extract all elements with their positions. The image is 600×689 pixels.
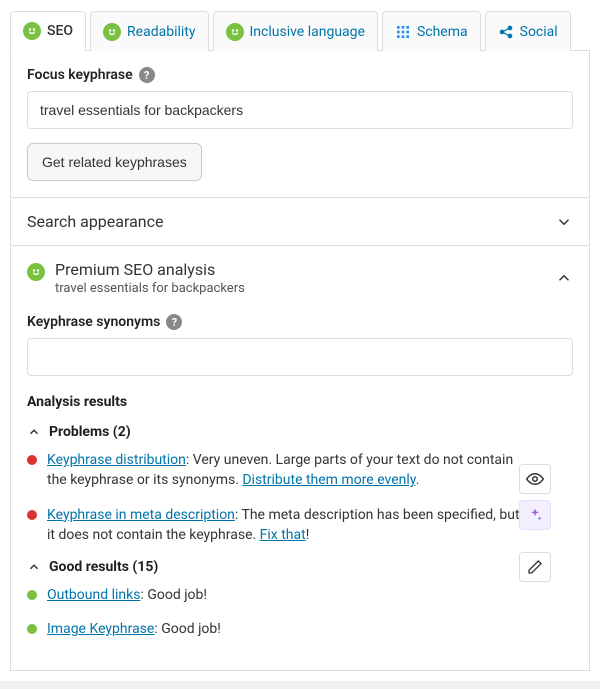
chevron-up-icon: [27, 560, 41, 574]
analysis-item-text: Outbound links: Good job!: [47, 585, 207, 605]
analysis-item: Keyphrase distribution: Very uneven. Lar…: [27, 450, 573, 491]
eye-button[interactable]: [519, 464, 551, 494]
analysis-item-text: Image Keyphrase: Good job!: [47, 619, 221, 639]
section-title: Premium SEO analysis: [55, 260, 245, 279]
tab-inclusive[interactable]: Inclusive language: [213, 11, 378, 51]
focus-keyphrase-input[interactable]: [27, 91, 573, 129]
group-label: Good results (15): [49, 559, 158, 575]
analysis-item-text: Keyphrase in meta description: The meta …: [47, 505, 525, 546]
help-icon[interactable]: ?: [166, 314, 182, 330]
chevron-down-icon: [555, 213, 573, 231]
analysis-item: Keyphrase in meta description: The meta …: [27, 505, 573, 546]
analysis-item-link[interactable]: Keyphrase in meta description: [47, 507, 235, 523]
share-icon: [498, 24, 514, 40]
tab-social[interactable]: Social: [485, 11, 571, 51]
group-label: Problems (2): [49, 424, 131, 440]
smiley-icon: [103, 23, 121, 41]
status-dot-green: [27, 624, 37, 634]
smiley-icon: [27, 263, 45, 281]
tab-seo-label: SEO: [47, 23, 73, 39]
tab-seo[interactable]: SEO: [10, 11, 86, 51]
tab-social-label: Social: [520, 24, 558, 40]
section-premium-analysis[interactable]: Premium SEO analysis travel essentials f…: [27, 260, 573, 296]
tab-readability-label: Readability: [127, 24, 195, 40]
grid-icon: [395, 24, 411, 40]
status-dot-red: [27, 510, 37, 520]
keyphrase-synonyms-label: Keyphrase synonyms: [27, 314, 160, 330]
chevron-up-icon: [555, 269, 573, 287]
edit-button[interactable]: [519, 552, 551, 582]
chevron-up-icon: [27, 425, 41, 439]
group-good-results[interactable]: Good results (15): [27, 559, 573, 575]
get-related-keyphrases-button[interactable]: Get related keyphrases: [27, 143, 202, 181]
analysis-item-link[interactable]: Image Keyphrase: [47, 621, 154, 637]
status-dot-green: [27, 590, 37, 600]
smiley-icon: [226, 23, 244, 41]
analysis-results-heading: Analysis results: [27, 394, 573, 410]
analysis-item: Image Keyphrase: Good job!: [27, 619, 573, 639]
section-title: Search appearance: [27, 212, 163, 231]
analysis-item-link[interactable]: Keyphrase distribution: [47, 452, 186, 468]
tab-schema[interactable]: Schema: [382, 11, 481, 51]
group-problems[interactable]: Problems (2): [27, 424, 573, 440]
analysis-item-action-link[interactable]: Fix that: [260, 527, 306, 543]
focus-keyphrase-label: Focus keyphrase: [27, 67, 133, 83]
analysis-item-action-link[interactable]: Distribute them more evenly: [242, 472, 415, 488]
section-subtitle: travel essentials for backpackers: [55, 281, 245, 296]
section-search-appearance[interactable]: Search appearance: [27, 212, 573, 231]
help-icon[interactable]: ?: [139, 67, 155, 83]
tab-readability[interactable]: Readability: [90, 11, 208, 51]
tab-inclusive-label: Inclusive language: [250, 24, 365, 40]
sparkle-button[interactable]: [519, 500, 551, 530]
status-dot-red: [27, 455, 37, 465]
analysis-item: Outbound links: Good job!: [27, 585, 573, 605]
analysis-item-text: Keyphrase distribution: Very uneven. Lar…: [47, 450, 525, 491]
tab-bar: SEO Readability Inclusive language Schem…: [10, 10, 590, 51]
panel-seo: Focus keyphrase ? Get related keyphrases…: [10, 51, 590, 671]
tab-schema-label: Schema: [417, 24, 468, 40]
analysis-item-link[interactable]: Outbound links: [47, 587, 140, 603]
smiley-icon: [23, 22, 41, 40]
keyphrase-synonyms-input[interactable]: [27, 338, 573, 376]
